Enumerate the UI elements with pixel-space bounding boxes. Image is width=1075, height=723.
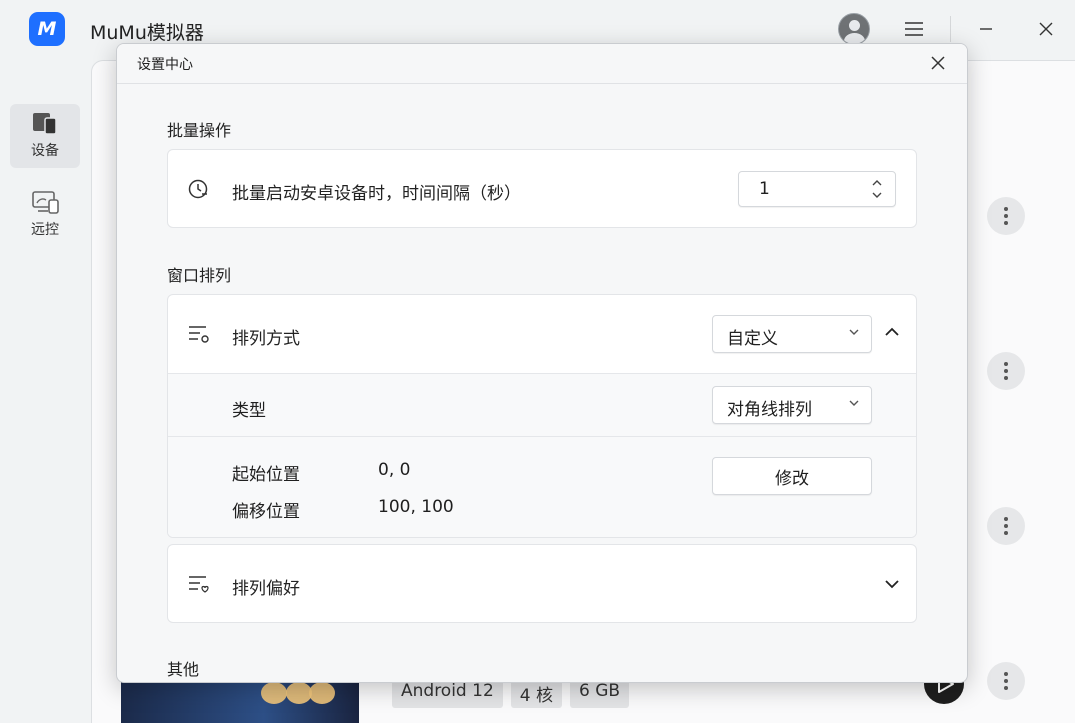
titlebar-divider [950,16,951,42]
section-title-other: 其他 [167,660,200,679]
spec-chip-memory: 6 GB [570,679,630,708]
modify-position-button[interactable]: 修改 [712,457,872,495]
more-vertical-icon [1004,672,1008,690]
device-more-button[interactable] [987,662,1025,700]
thumbnail-decoration [261,682,287,704]
sidebar-item-label: 设备 [31,143,59,159]
device-more-button[interactable] [987,507,1025,545]
spec-chip-android: Android 12 [392,679,503,708]
sidebar-item-label: 远控 [31,222,59,238]
chevron-down-icon [849,400,859,406]
device-icon [32,112,58,135]
device-more-button[interactable] [987,352,1025,390]
minimize-icon[interactable] [971,14,1001,44]
offset-position-label: 偏移位置 [232,502,300,522]
chevron-down-icon [849,329,859,335]
arrange-type-select[interactable]: 对角线排列 [712,386,872,424]
stepper-arrows-icon[interactable] [871,177,883,204]
arrange-type-row: 类型 对角线排列 [168,373,916,436]
start-position-label: 起始位置 [232,465,300,485]
arrange-position-row: 起始位置 0, 0 偏移位置 100, 100 修改 [168,436,916,537]
batch-interval-label: 批量启动安卓设备时，时间间隔（秒） [232,184,521,204]
arrange-mode-value: 自定义 [727,329,778,349]
window-close-icon[interactable] [1031,14,1061,44]
more-vertical-icon [1004,517,1008,535]
arrange-preference-icon [188,573,210,595]
settings-dialog: 设置中心 批量操作 批量启动安卓设备时，时间间隔（秒） 1 窗口排列 排列方式 … [116,43,968,683]
clock-icon [188,178,210,200]
more-vertical-icon [1004,362,1008,380]
device-spec-chips: Android 12 4 核 6 GB [392,679,630,708]
batch-interval-value: 1 [759,179,770,199]
collapse-chevron-up-icon[interactable] [884,324,900,340]
thumbnail-decoration [309,682,335,704]
batch-interval-stepper[interactable]: 1 [738,171,896,207]
sidebar: 设备 远控 [0,60,90,723]
dialog-header: 设置中心 [117,44,967,84]
menu-icon[interactable] [899,14,929,44]
section-title-batch: 批量操作 [167,121,232,140]
device-thumbnail[interactable] [121,680,359,723]
sidebar-item-remote[interactable]: 远控 [10,183,80,247]
user-avatar[interactable] [838,13,870,45]
arrange-type-value: 对角线排列 [727,400,812,420]
start-position-value: 0, 0 [378,460,411,480]
arrange-settings-icon [188,323,210,345]
batch-interval-card: 批量启动安卓设备时，时间间隔（秒） 1 [167,149,917,228]
arrange-preference-label: 排列偏好 [232,579,300,599]
dialog-close-icon[interactable] [925,50,951,76]
arrange-type-label: 类型 [232,401,266,421]
spec-chip-cores: 4 核 [510,679,562,708]
more-vertical-icon [1004,207,1008,225]
remote-control-icon [32,191,59,214]
device-more-button[interactable] [987,197,1025,235]
avatar-head-shape [849,20,860,31]
arrange-mode-label: 排列方式 [232,329,300,349]
sidebar-item-device[interactable]: 设备 [10,104,80,168]
app-title: MuMu模拟器 [90,22,204,44]
offset-position-value: 100, 100 [378,497,454,517]
app-logo: M [29,12,65,46]
arrange-preference-card[interactable]: 排列偏好 [167,544,917,623]
window-arrange-card: 排列方式 自定义 类型 对角线排列 起始位置 0, 0 偏移位置 100, 10… [167,294,917,538]
arrange-mode-select[interactable]: 自定义 [712,315,872,353]
expand-chevron-down-icon[interactable] [884,576,900,592]
section-title-window: 窗口排列 [167,266,232,285]
dialog-title: 设置中心 [137,57,193,73]
